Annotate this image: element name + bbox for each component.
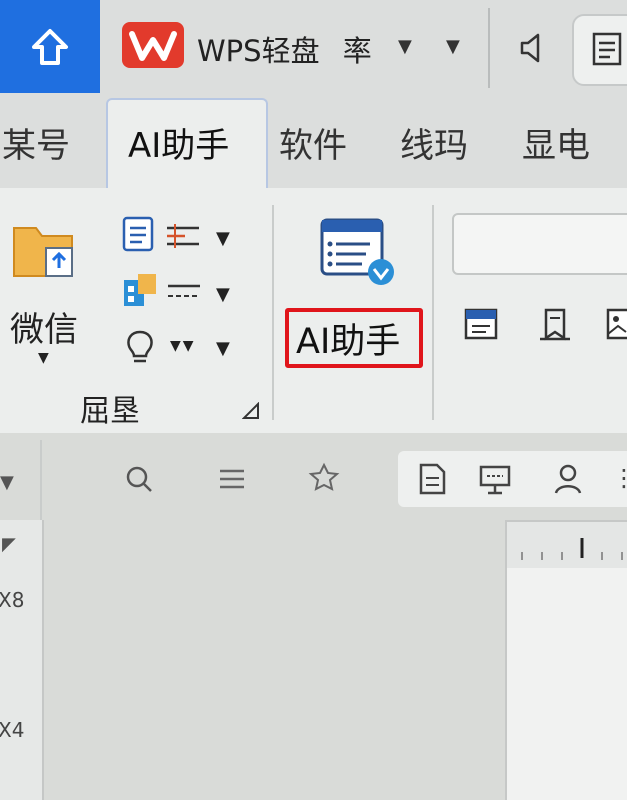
person-icon[interactable] (552, 462, 584, 496)
tab-display[interactable]: 显电 (522, 118, 590, 167)
ruler-mark: X4 (0, 718, 25, 742)
note-icon[interactable] (462, 306, 500, 342)
document-icon (574, 28, 627, 68)
toolbar-divider (40, 440, 42, 520)
expand-corner-icon[interactable] (242, 402, 260, 420)
document-button[interactable] (572, 14, 627, 86)
bookmark-icon[interactable] (536, 306, 574, 342)
search-icon[interactable] (124, 464, 154, 494)
ai-assistant-button-label[interactable]: AI助手 (296, 313, 400, 364)
group-label: 屈垦 (80, 394, 140, 429)
chevron-pair-icon[interactable]: ▼▼ (170, 338, 196, 354)
chevron-down-icon[interactable]: ▼ (216, 228, 230, 249)
divider (488, 8, 490, 88)
vertical-ruler (0, 520, 44, 800)
more-icon[interactable]: ⋮ (612, 464, 627, 492)
chevron-down-icon[interactable]: ▼ (216, 338, 230, 359)
app-title-text: WPS轻盘 (197, 34, 320, 68)
ribbon-divider (272, 205, 274, 420)
ribbon-input-field[interactable] (452, 213, 627, 275)
chevron-down-icon[interactable]: ▼ (0, 472, 14, 493)
ruler-corner-icon[interactable]: ◤ (2, 534, 16, 555)
ribbon-divider (432, 205, 434, 420)
ai-document-icon[interactable] (318, 214, 398, 292)
tab-code[interactable]: 线玛 (400, 118, 468, 167)
tab-account[interactable]: 某号 (2, 118, 70, 167)
folder-upload-icon[interactable] (10, 214, 80, 284)
app-title-suffix: 率 (342, 34, 372, 68)
home-up-icon (28, 25, 72, 69)
list-icon[interactable] (120, 214, 156, 254)
star-icon[interactable] (308, 462, 340, 494)
app-title: WPS轻盘 率 (197, 28, 372, 70)
table-icon[interactable] (120, 270, 160, 310)
presentation-icon[interactable] (478, 462, 512, 496)
chevron-down-icon[interactable]: ▼ (398, 36, 412, 57)
home-button[interactable] (0, 0, 100, 93)
wps-logo-icon (122, 22, 184, 68)
chevron-down-icon[interactable]: ▼ (446, 36, 460, 57)
ruler-mark: X8 (0, 588, 25, 612)
document-page[interactable] (505, 568, 627, 800)
menu-icon[interactable] (218, 466, 246, 492)
speaker-icon[interactable] (516, 30, 552, 66)
tab-stop-icon[interactable] (165, 222, 201, 250)
tab-software[interactable]: 软件 (279, 118, 347, 167)
tab-ai-assistant[interactable]: AI助手 (128, 118, 229, 167)
image-icon[interactable] (604, 306, 627, 342)
wechat-label[interactable]: 微信 (10, 302, 78, 351)
horizontal-ruler (505, 520, 627, 570)
chevron-down-icon[interactable]: ▼ (38, 350, 49, 366)
chevron-down-icon[interactable]: ▼ (216, 284, 230, 305)
lightbulb-icon[interactable] (122, 328, 158, 366)
page-icon[interactable] (416, 462, 448, 496)
line-style-icon[interactable] (166, 282, 202, 304)
